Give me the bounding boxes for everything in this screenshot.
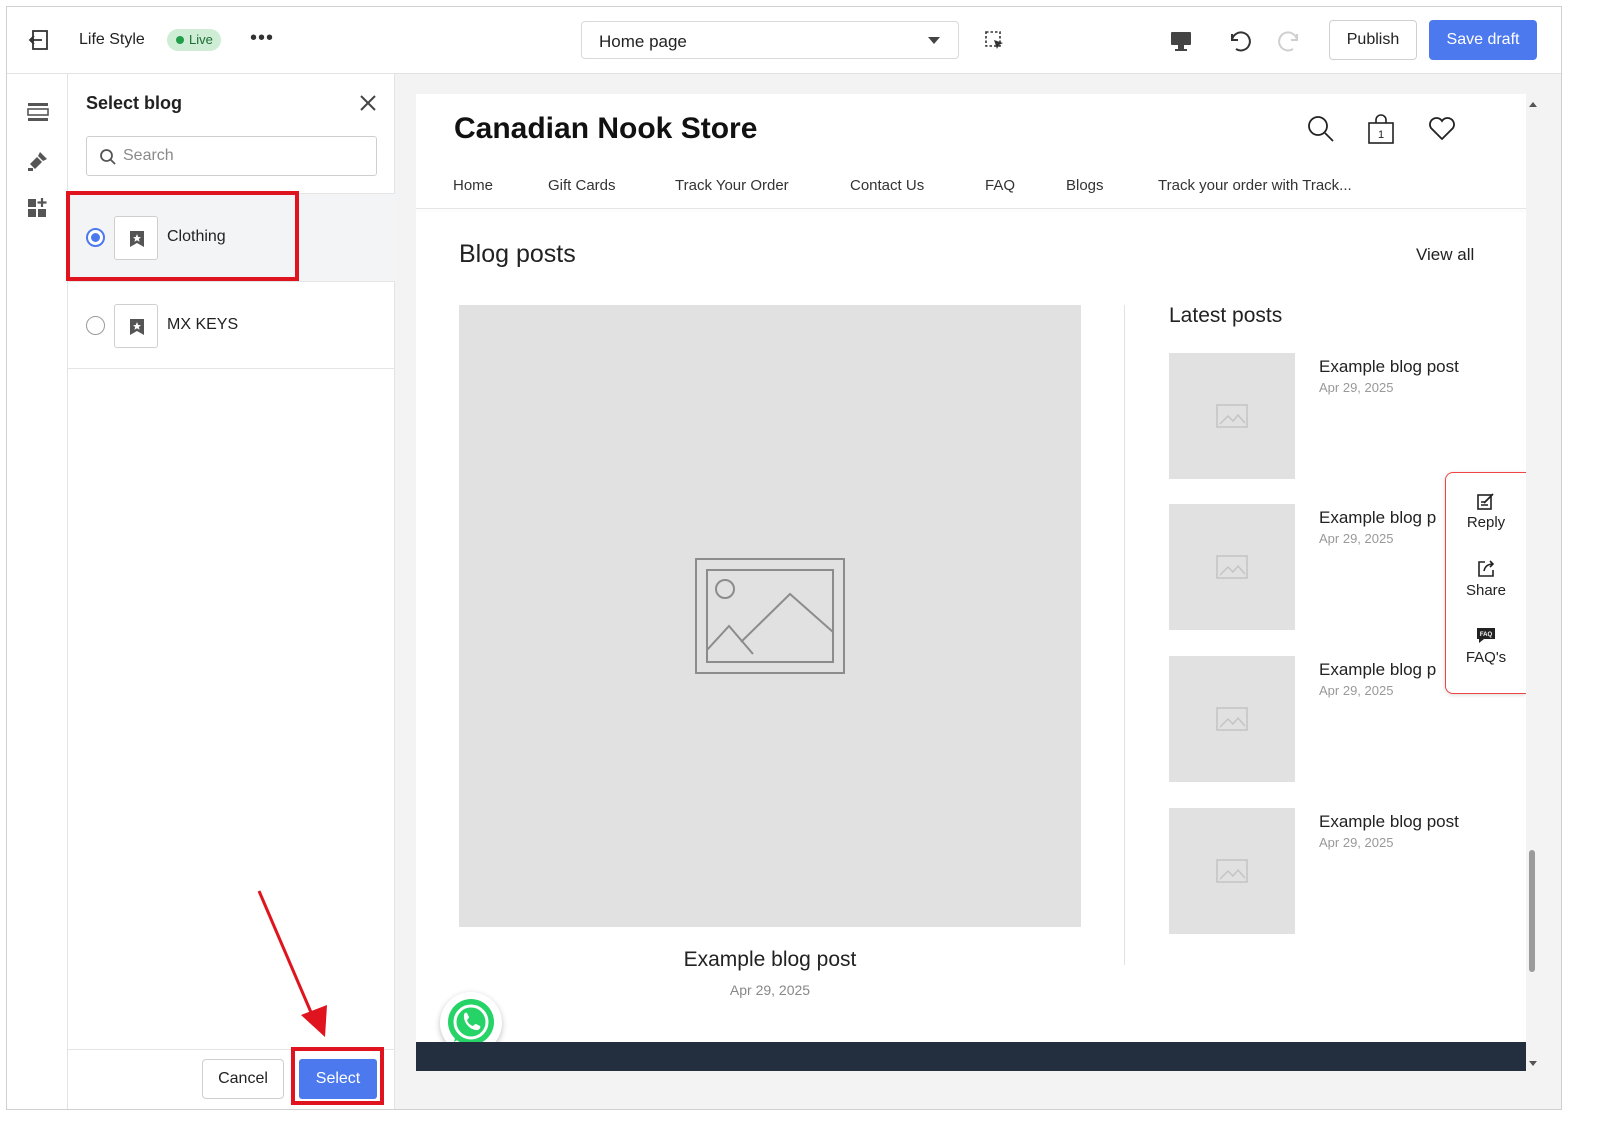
image-placeholder-icon xyxy=(1216,859,1248,883)
select-element-icon[interactable] xyxy=(983,29,1007,53)
post-thumbnail xyxy=(1169,656,1295,782)
nav-item-faq[interactable]: FAQ xyxy=(985,177,1015,194)
faqs-label: FAQ's xyxy=(1465,649,1507,666)
publish-button[interactable]: Publish xyxy=(1329,20,1417,60)
apps-icon[interactable] xyxy=(26,196,50,220)
reply-button[interactable]: Reply xyxy=(1446,491,1526,532)
image-placeholder-icon xyxy=(1216,404,1248,428)
image-placeholder-icon xyxy=(695,558,845,674)
post-title: Example blog p xyxy=(1319,660,1437,679)
share-label: Share xyxy=(1465,582,1507,599)
close-icon[interactable] xyxy=(357,92,379,114)
latest-post-item[interactable]: Example blog post Apr 29, 2025 xyxy=(1169,353,1509,479)
blog-thumbnail xyxy=(114,304,158,348)
heart-icon[interactable] xyxy=(1427,114,1457,144)
search-icon xyxy=(100,149,116,165)
blog-icon xyxy=(130,319,144,335)
scroll-down-icon[interactable] xyxy=(1526,1056,1540,1070)
panel-footer: Cancel Select xyxy=(68,1049,395,1109)
left-rail xyxy=(7,74,68,1109)
top-bar: Life Style Live ••• Home page Publish Sa… xyxy=(7,7,1561,74)
store-preview: Canadian Nook Store 1 Home Gift Cards Tr… xyxy=(416,94,1526,1071)
select-blog-panel: Select blog Clothing xyxy=(68,74,395,1109)
status-badge: Live xyxy=(167,29,221,51)
search-input[interactable] xyxy=(123,143,363,169)
featured-post-title[interactable]: Example blog post xyxy=(459,948,1081,972)
column-divider xyxy=(1124,305,1125,965)
latest-post-item[interactable]: Example blog post Apr 29, 2025 xyxy=(1169,808,1509,934)
featured-post-date: Apr 29, 2025 xyxy=(729,982,811,998)
post-thumbnail xyxy=(1169,808,1295,934)
post-date: Apr 29, 2025 xyxy=(1319,531,1394,546)
scroll-up-icon[interactable] xyxy=(1526,98,1540,112)
nav-item-blogs[interactable]: Blogs xyxy=(1066,177,1104,194)
blog-radio[interactable] xyxy=(86,316,105,335)
chevron-down-icon xyxy=(928,37,940,44)
post-title: Example blog post xyxy=(1319,812,1459,831)
undo-icon[interactable] xyxy=(1224,27,1252,55)
desktop-icon[interactable] xyxy=(1167,27,1195,55)
image-placeholder-icon xyxy=(1216,555,1248,579)
exit-icon[interactable] xyxy=(27,27,53,53)
search-field[interactable] xyxy=(86,136,377,176)
blog-radio-selected[interactable] xyxy=(86,228,105,247)
editor-window: Life Style Live ••• Home page Publish Sa… xyxy=(6,6,1562,1110)
post-date: Apr 29, 2025 xyxy=(1319,835,1394,850)
store-title[interactable]: Canadian Nook Store xyxy=(454,112,757,146)
scroll-thumb[interactable] xyxy=(1529,850,1535,972)
help-widget: Reply Share FAQ FAQ's xyxy=(1445,472,1526,694)
header-divider xyxy=(416,208,1526,209)
blog-option-mx-keys[interactable]: MX KEYS xyxy=(68,281,395,369)
svg-text:FAQ: FAQ xyxy=(1480,632,1493,638)
faq-icon: FAQ xyxy=(1477,628,1495,643)
image-placeholder-icon xyxy=(1216,707,1248,731)
cancel-button[interactable]: Cancel xyxy=(202,1059,284,1099)
select-button[interactable]: Select xyxy=(299,1059,377,1099)
search-icon[interactable] xyxy=(1306,114,1336,144)
reply-label: Reply xyxy=(1466,514,1506,531)
store-name: Life Style xyxy=(79,31,145,48)
blog-icon xyxy=(130,231,144,247)
reply-icon xyxy=(1477,493,1494,510)
blog-name: Clothing xyxy=(167,228,226,245)
latest-posts-title: Latest posts xyxy=(1169,304,1283,327)
cart-count: 1 xyxy=(1378,129,1384,141)
store-footer xyxy=(416,1042,1526,1071)
redo-icon[interactable] xyxy=(1277,27,1305,55)
blog-thumbnail xyxy=(114,216,158,260)
more-menu-button[interactable]: ••• xyxy=(250,27,274,50)
section-title: Blog posts xyxy=(459,240,576,268)
featured-post-image[interactable] xyxy=(459,305,1081,927)
page-selector[interactable]: Home page xyxy=(581,21,959,59)
post-thumbnail xyxy=(1169,353,1295,479)
view-all-link[interactable]: View all xyxy=(1416,245,1474,265)
theme-icon[interactable] xyxy=(26,149,50,173)
post-date: Apr 29, 2025 xyxy=(1319,683,1394,698)
nav-item-track-your-order[interactable]: Track Your Order xyxy=(675,177,789,194)
cart-icon[interactable]: 1 xyxy=(1366,114,1396,144)
post-title: Example blog post xyxy=(1319,357,1459,376)
share-button[interactable]: Share xyxy=(1446,559,1526,600)
share-icon xyxy=(1478,560,1495,577)
faqs-button[interactable]: FAQ FAQ's xyxy=(1446,626,1526,667)
nav-item-home[interactable]: Home xyxy=(453,177,493,194)
post-title: Example blog p xyxy=(1319,508,1437,527)
sections-icon[interactable] xyxy=(26,100,50,124)
page-selector-value: Home page xyxy=(599,32,687,51)
nav-item-track-with[interactable]: Track your order with Track... xyxy=(1158,177,1352,194)
blog-option-clothing[interactable]: Clothing xyxy=(68,193,395,281)
nav-item-contact-us[interactable]: Contact Us xyxy=(850,177,924,194)
blog-name: MX KEYS xyxy=(167,316,239,333)
nav-item-gift-cards[interactable]: Gift Cards xyxy=(548,177,616,194)
post-thumbnail xyxy=(1169,504,1295,630)
save-draft-button[interactable]: Save draft xyxy=(1429,20,1537,60)
post-date: Apr 29, 2025 xyxy=(1319,380,1394,395)
panel-title: Select blog xyxy=(86,93,183,113)
